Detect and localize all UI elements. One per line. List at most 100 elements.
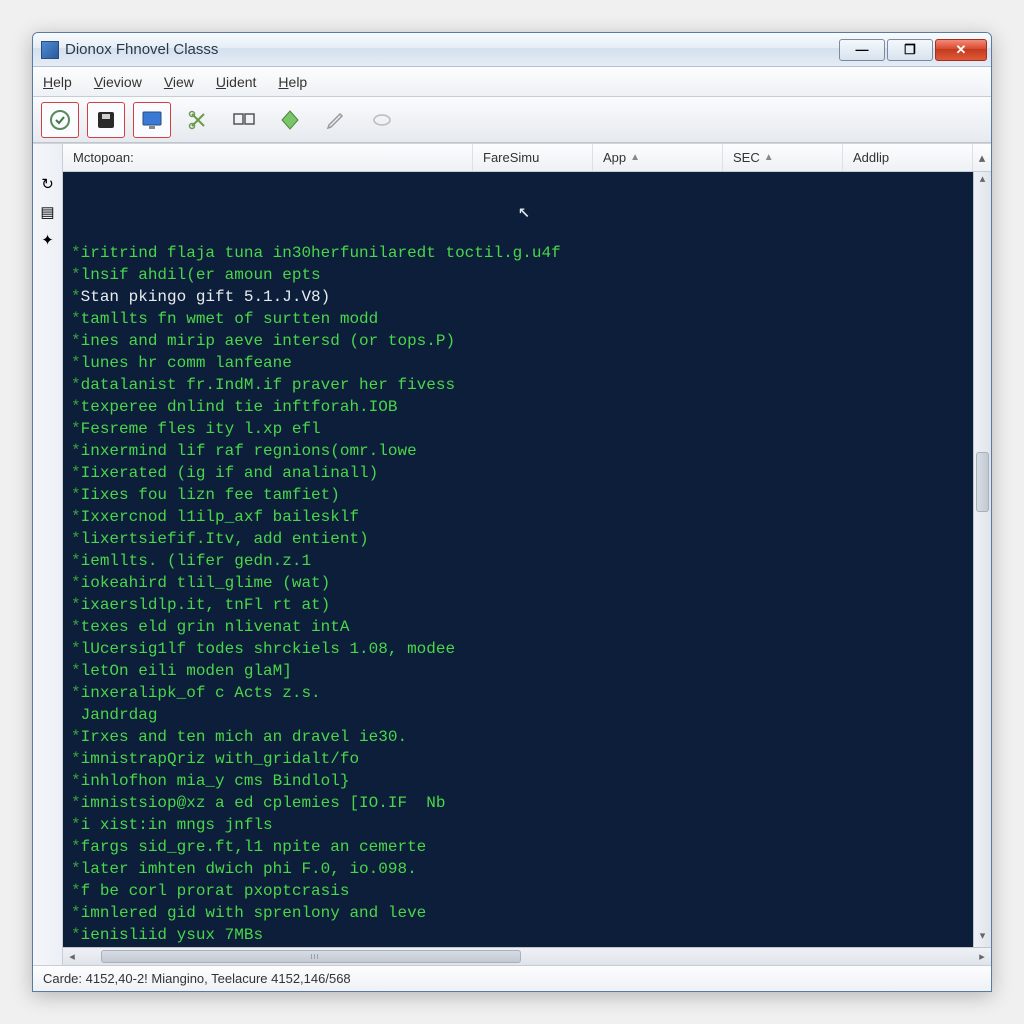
col-label: Addlip bbox=[853, 150, 889, 165]
console-line: *Ixxercnod l1ilp_axf bailesklf bbox=[71, 506, 965, 528]
console-line: *tamllts fn wmet of surtten modd bbox=[71, 308, 965, 330]
window-title: Dionox Fhnovel Classs bbox=[65, 41, 837, 58]
console-line: *imnlered gid with sprenlony and leve bbox=[71, 902, 965, 924]
menubar: Help Vieviow View Uident Help bbox=[33, 67, 991, 97]
console-line: *Iixerated (ig if and analinall) bbox=[71, 462, 965, 484]
diamond-icon bbox=[278, 108, 302, 132]
statusbar: Carde: 4152,40-2! Miangino, Teelacure 41… bbox=[33, 965, 991, 991]
sidebar-refresh-icon[interactable]: ↻ bbox=[38, 174, 58, 194]
maximize-button[interactable]: ❐ bbox=[887, 39, 933, 61]
console-line: *later imhten dwich phi F.0, io.098. bbox=[71, 858, 965, 880]
sort-indicator-icon: ▲ bbox=[630, 152, 640, 163]
app-window: Dionox Fhnovel Classs — ❐ ✕ Help Vieviow… bbox=[32, 32, 992, 992]
vscroll-thumb[interactable] bbox=[976, 452, 989, 512]
console-line: *lnsif ahdil(er amoun epts bbox=[71, 264, 965, 286]
toolbar-monitor-button[interactable] bbox=[133, 102, 171, 138]
maximize-icon: ❐ bbox=[904, 42, 916, 58]
scissors-icon bbox=[186, 108, 210, 132]
toolbar-pencil-button[interactable] bbox=[317, 102, 355, 138]
sidebar: ↻ ▤ ✦ bbox=[33, 144, 63, 965]
console-line: *Stan pkingo gift 5.1.J.V8) bbox=[71, 286, 965, 308]
menu-label: elp bbox=[289, 74, 308, 90]
console-line: *f be corl prorat pxoptcrasis bbox=[71, 880, 965, 902]
app-icon bbox=[41, 41, 59, 59]
pencil-icon bbox=[324, 108, 348, 132]
clock-check-icon bbox=[48, 108, 72, 132]
scroll-up-icon[interactable]: ▴ bbox=[973, 150, 991, 166]
menu-view[interactable]: View bbox=[164, 74, 194, 90]
status-text: Carde: 4152,40-2! Miangino, Teelacure 41… bbox=[43, 971, 351, 986]
console-line: *iokeahird tlil_glime (wat) bbox=[71, 572, 965, 594]
col-label: SEC bbox=[733, 150, 760, 165]
toolbar-clock-button[interactable] bbox=[41, 102, 79, 138]
menu-label: elp bbox=[53, 74, 72, 90]
toolbar-screens-button[interactable] bbox=[225, 102, 263, 138]
console-line: *lUcersig1lf todes shrckiels 1.08, modee bbox=[71, 638, 965, 660]
menu-label: ieviow bbox=[103, 74, 142, 90]
col-label: FareSimu bbox=[483, 150, 539, 165]
col-sec[interactable]: SEC ▲ bbox=[723, 144, 843, 171]
console-line: *iemllts. (lifer gedn.z.1 bbox=[71, 550, 965, 572]
hscroll-thumb[interactable] bbox=[101, 950, 521, 963]
toolbar-eraser-button[interactable] bbox=[363, 102, 401, 138]
sidebar-tag-icon[interactable]: ✦ bbox=[38, 230, 58, 250]
menu-help-2[interactable]: Help bbox=[278, 74, 307, 90]
main-view: Mctopoan: FareSimu App ▲ SEC ▲ Addlip ▴ ↖ … bbox=[63, 144, 991, 965]
disk-icon bbox=[94, 108, 118, 132]
sort-indicator-icon: ▲ bbox=[764, 152, 774, 163]
console-line: *letOn eili moden glaM] bbox=[71, 660, 965, 682]
scroll-up-arrow-icon[interactable]: ▴ bbox=[974, 172, 991, 190]
console-output[interactable]: ↖ *iritrind flaja tuna in30herfunilaredt… bbox=[63, 172, 973, 947]
col-label: Mctopoan: bbox=[73, 150, 134, 165]
col-faresimu[interactable]: FareSimu bbox=[473, 144, 593, 171]
window-controls: — ❐ ✕ bbox=[837, 39, 987, 61]
workarea: ↻ ▤ ✦ Mctopoan: FareSimu App ▲ SEC ▲ Addli… bbox=[33, 143, 991, 965]
menu-label: iew bbox=[173, 74, 194, 90]
console-line: *ixaersldlp.it, tnFl rt at) bbox=[71, 594, 965, 616]
horizontal-scrollbar[interactable]: ◂ ▸ bbox=[63, 947, 991, 965]
toolbar-scissors-button[interactable] bbox=[179, 102, 217, 138]
col-label: App bbox=[603, 150, 626, 165]
console-line: *i xist:in mngs jnfls bbox=[71, 814, 965, 836]
console-line: *imnistsiop@xz a ed cplemies [IO.IF Nb bbox=[71, 792, 965, 814]
console-line: *datalanist fr.IndM.if praver her fivess bbox=[71, 374, 965, 396]
scroll-down-arrow-icon[interactable]: ▾ bbox=[974, 929, 991, 947]
menu-vieviow[interactable]: Vieviow bbox=[94, 74, 142, 90]
sidebar-doc-icon[interactable]: ▤ bbox=[38, 202, 58, 222]
close-button[interactable]: ✕ bbox=[935, 39, 987, 61]
scroll-right-arrow-icon[interactable]: ▸ bbox=[973, 950, 991, 963]
hscroll-track[interactable] bbox=[81, 948, 973, 965]
cursor-icon: ↖ bbox=[518, 202, 530, 224]
column-header: Mctopoan: FareSimu App ▲ SEC ▲ Addlip ▴ bbox=[63, 144, 991, 172]
console-line: Jandrdag bbox=[71, 704, 965, 726]
console-line: *ienisliid ysux 7MBs bbox=[71, 924, 965, 946]
grip-icon bbox=[311, 954, 319, 959]
close-icon: ✕ bbox=[956, 42, 967, 58]
console-line: *Fesreme fles ity l.xp efl bbox=[71, 418, 965, 440]
console-line: *inxeralipk_of c Acts z.s. bbox=[71, 682, 965, 704]
toolbar-disk-button[interactable] bbox=[87, 102, 125, 138]
toolbar-diamond-button[interactable] bbox=[271, 102, 309, 138]
console-line: *texes eld grin nlivenat intA bbox=[71, 616, 965, 638]
console-line: *lixertsiefif.Itv, add entient) bbox=[71, 528, 965, 550]
titlebar: Dionox Fhnovel Classs — ❐ ✕ bbox=[33, 33, 991, 67]
vertical-scrollbar[interactable]: ▴ ▾ bbox=[973, 172, 991, 947]
console-line: *Iixes fou lizn fee tamfiet) bbox=[71, 484, 965, 506]
screens-icon bbox=[232, 108, 256, 132]
scroll-left-arrow-icon[interactable]: ◂ bbox=[63, 950, 81, 963]
minimize-icon: — bbox=[856, 42, 869, 57]
console-line: *inxermind lif raf regnions(omr.lowe bbox=[71, 440, 965, 462]
menu-uident[interactable]: Uident bbox=[216, 74, 256, 90]
console-line: *ines and mirip aeve intersd (or tops.P) bbox=[71, 330, 965, 352]
console-line: *lunes hr comm lanfeane bbox=[71, 352, 965, 374]
minimize-button[interactable]: — bbox=[839, 39, 885, 61]
menu-help-1[interactable]: Help bbox=[43, 74, 72, 90]
console-line: *inhlofhon mia_y cms Bindlol} bbox=[71, 770, 965, 792]
monitor-icon bbox=[140, 108, 164, 132]
toolbar bbox=[33, 97, 991, 143]
eraser-icon bbox=[370, 108, 394, 132]
col-addlip[interactable]: Addlip bbox=[843, 144, 973, 171]
col-main[interactable]: Mctopoan: bbox=[63, 144, 473, 171]
col-app[interactable]: App ▲ bbox=[593, 144, 723, 171]
console-wrap: ↖ *iritrind flaja tuna in30herfunilaredt… bbox=[63, 172, 991, 947]
